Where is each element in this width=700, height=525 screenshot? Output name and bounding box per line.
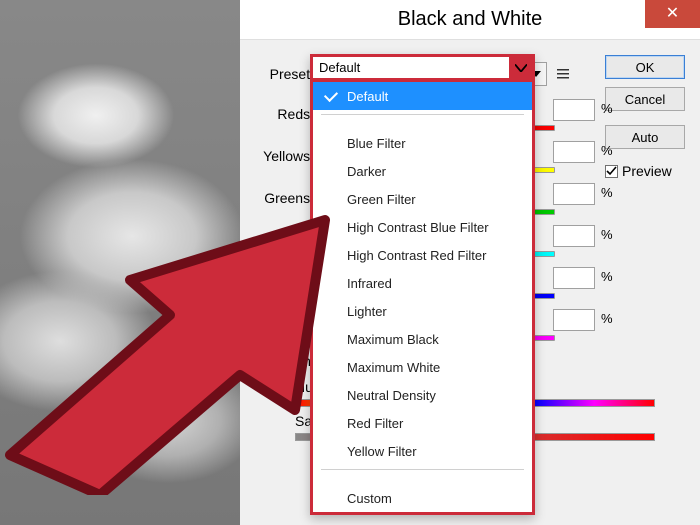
dropdown-separator	[321, 114, 524, 115]
yellows-pct: %	[601, 143, 613, 158]
annotation-arrow	[0, 195, 350, 500]
preset-menu-button[interactable]	[551, 62, 575, 86]
titlebar: Black and White ✕	[240, 0, 700, 40]
reds-pct: %	[601, 101, 613, 116]
greens-pct: %	[601, 185, 613, 200]
cyans-value-input[interactable]	[553, 225, 595, 247]
blues-pct: %	[601, 269, 613, 284]
magentas-value-input[interactable]	[553, 309, 595, 331]
arrow-icon	[0, 195, 350, 495]
chevron-down-icon	[515, 64, 527, 72]
greens-value-input[interactable]	[553, 183, 595, 205]
blues-value-input[interactable]	[553, 267, 595, 289]
preset-option[interactable]: Default	[313, 82, 532, 110]
dropdown-caret[interactable]	[510, 57, 532, 78]
close-button[interactable]: ✕	[645, 0, 700, 28]
preset-option[interactable]: Darker	[313, 157, 532, 185]
preset-menu-icon	[556, 67, 570, 81]
preset-option[interactable]: Blue Filter	[313, 129, 532, 157]
magentas-pct: %	[601, 311, 613, 326]
ok-button[interactable]: OK	[605, 55, 685, 79]
dialog-title: Black and White	[398, 8, 543, 31]
close-icon: ✕	[666, 5, 679, 22]
cyans-pct: %	[601, 227, 613, 242]
yellows-value-input[interactable]	[553, 141, 595, 163]
dropdown-current-value: Default	[313, 57, 509, 78]
dropdown-separator	[321, 469, 524, 470]
reds-value-input[interactable]	[553, 99, 595, 121]
